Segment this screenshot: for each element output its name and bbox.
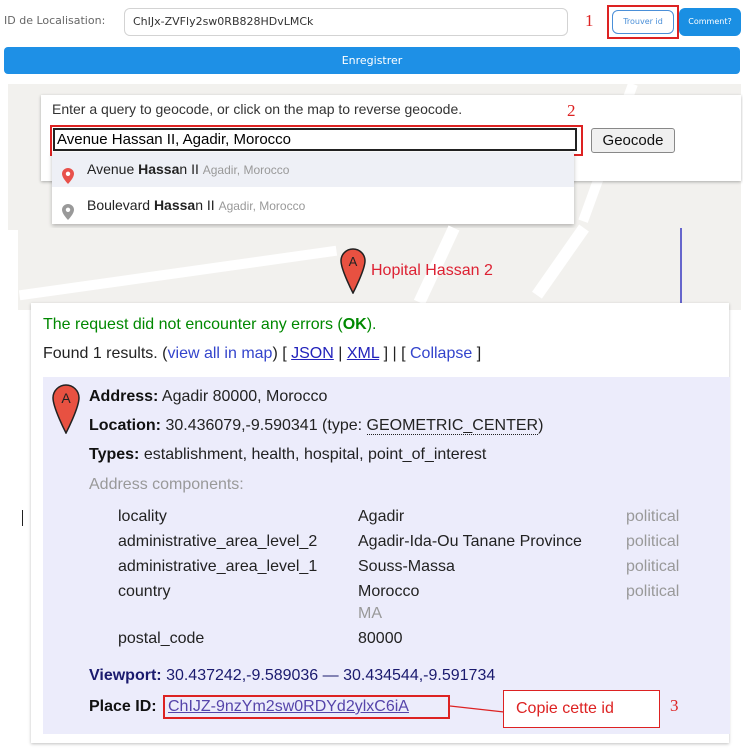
component-value: Souss-Massa [358, 558, 455, 575]
xml-link[interactable]: XML [347, 345, 379, 362]
svg-text:A: A [61, 390, 71, 406]
autocomplete-list: Avenue Hassan II Agadir, Morocco Bouleva… [52, 152, 574, 224]
marker-label: Hopital Hassan 2 [371, 262, 493, 279]
location-id-label: ID de Localisation: [4, 14, 106, 27]
location-id-input[interactable]: ChIJx-ZVFly2sw0RB828HDvLMCk [124, 8, 568, 36]
enregistrer-button[interactable]: Enregistrer [4, 47, 740, 74]
component-type: political [626, 508, 680, 525]
collapse-link[interactable]: Collapse [410, 345, 472, 362]
viewport-row: Viewport: 30.437242,-9.589036 — 30.43454… [89, 667, 496, 684]
component-name: postal_code [118, 630, 205, 647]
component-name: locality [118, 508, 167, 525]
geocoder-hint: Enter a query to geocode, or click on th… [52, 101, 463, 117]
place-id-label: Place ID: [89, 698, 157, 715]
view-all-in-map-link[interactable]: view all in map [168, 345, 273, 362]
component-name: country [118, 583, 171, 600]
annotation-box-3 [163, 695, 450, 719]
autocomplete-item[interactable]: Boulevard Hassan II Agadir, Morocco [52, 188, 574, 223]
component-value: Agadir-Ida-Ou Tanane Province [358, 533, 582, 550]
annotation-arrow-line [450, 705, 505, 713]
annotation-number-3: 3 [670, 696, 679, 715]
component-type: political [626, 558, 680, 575]
annotation-number-1: 1 [585, 11, 594, 30]
text-cursor [22, 510, 23, 526]
location-row: Location: 30.436079,-9.590341 (type: GEO… [89, 417, 544, 435]
result-marker-icon: A [52, 384, 80, 439]
results-summary: Found 1 results. (view all in map) [ JSO… [43, 345, 482, 362]
autocomplete-item[interactable]: Avenue Hassan II Agadir, Morocco [52, 152, 574, 187]
comment-button[interactable]: Comment? [679, 8, 741, 36]
annotation-box-1 [607, 5, 679, 39]
svg-text:A: A [349, 254, 358, 269]
geocode-button[interactable]: Geocode [591, 128, 675, 153]
copy-note-text: Copie cette id [516, 700, 614, 717]
component-name: administrative_area_level_1 [118, 558, 318, 575]
component-type: political [626, 583, 680, 600]
component-value: Morocco [358, 583, 420, 600]
component-name: administrative_area_level_2 [118, 533, 318, 550]
component-value: Agadir [358, 508, 405, 525]
address-components-label: Address components: [89, 476, 244, 493]
annotation-number-2: 2 [567, 101, 576, 120]
status-message: The request did not encounter any errors… [43, 316, 377, 333]
component-short-value: MA [358, 605, 382, 622]
hospital-marker-icon[interactable]: A [340, 248, 366, 299]
component-value: 80000 [358, 630, 403, 647]
types-row: Types: establishment, health, hospital, … [89, 446, 487, 463]
component-type: political [626, 533, 680, 550]
json-link[interactable]: JSON [291, 345, 334, 362]
address-row: Address: Agadir 80000, Morocco [89, 388, 328, 405]
